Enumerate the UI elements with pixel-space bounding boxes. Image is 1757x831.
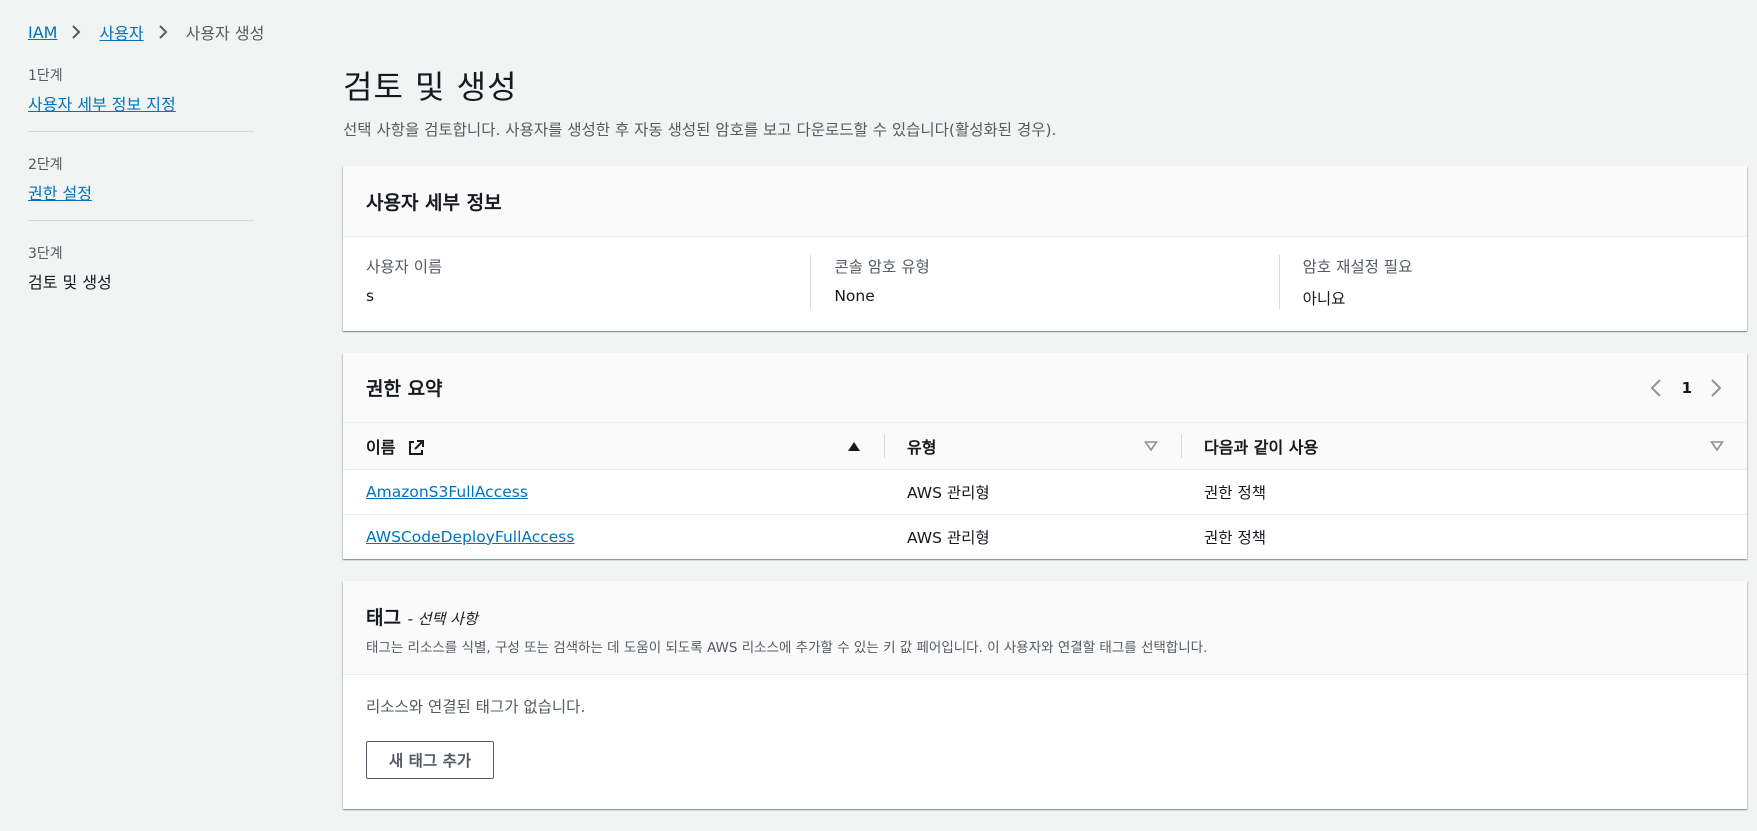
tags-title-text: 태그 bbox=[366, 607, 401, 629]
tags-body: 리소스와 연결된 태그가 없습니다. 새 태그 추가 bbox=[343, 675, 1747, 809]
add-tag-button[interactable]: 새 태그 추가 bbox=[366, 741, 495, 779]
chevron-right-icon bbox=[158, 24, 170, 40]
chevron-left-icon[interactable] bbox=[1650, 378, 1664, 398]
chevron-right-icon bbox=[71, 24, 83, 40]
column-label: 이름 bbox=[366, 437, 396, 457]
policy-used-as: 권한 정책 bbox=[1204, 528, 1266, 547]
step-1: 1단계 사용자 세부 정보 지정 bbox=[28, 65, 254, 131]
breadcrumb-iam-link[interactable]: IAM bbox=[28, 23, 57, 42]
table-row: AmazonS3FullAccess AWS 관리형 권한 정책 bbox=[343, 469, 1747, 515]
tags-empty-message: 리소스와 연결된 태그가 없습니다. bbox=[366, 698, 586, 716]
step-2-link[interactable]: 권한 설정 bbox=[28, 184, 92, 203]
breadcrumb: IAM 사용자 사용자 생성 bbox=[28, 20, 264, 44]
tags-card: 태그 - 선택 사항 태그는 리소스를 식별, 구성 또는 검색하는 데 도움이… bbox=[343, 581, 1747, 809]
column-label: 다음과 같이 사용 bbox=[1204, 437, 1319, 457]
policy-type: AWS 관리형 bbox=[907, 528, 990, 547]
policy-link[interactable]: AWSCodeDeployFullAccess bbox=[366, 528, 574, 546]
field-label: 사용자 이름 bbox=[366, 258, 443, 276]
field-password-reset-required: 암호 재설정 필요 아니요 bbox=[1278, 255, 1747, 309]
step-1-link[interactable]: 사용자 세부 정보 지정 bbox=[28, 95, 176, 114]
field-user-name: 사용자 이름 s bbox=[343, 255, 810, 309]
pagination: 1 bbox=[1650, 378, 1724, 398]
main-content: 검토 및 생성 선택 사항을 검토합니다. 사용자를 생성한 후 자동 생성된 … bbox=[343, 62, 1747, 831]
page-description: 선택 사항을 검토합니다. 사용자를 생성한 후 자동 생성된 암호를 보고 다… bbox=[343, 121, 1057, 139]
sort-icon[interactable] bbox=[1144, 440, 1158, 452]
sort-icon[interactable] bbox=[1710, 440, 1724, 452]
optional-label: - 선택 사항 bbox=[407, 610, 478, 628]
policy-used-as: 권한 정책 bbox=[1181, 469, 1747, 515]
card-header: 권한 요약 1 bbox=[343, 353, 1747, 423]
field-value: s bbox=[366, 287, 375, 305]
policy-type: AWS 관리형 bbox=[884, 469, 1181, 515]
details-body: 사용자 이름 s 콘솔 암호 유형 None 암호 재설정 필요 아니요 bbox=[343, 237, 1747, 331]
step-2: 2단계 권한 설정 bbox=[28, 131, 254, 220]
step-3-current: 검토 및 생성 bbox=[28, 273, 112, 292]
column-header-name[interactable]: 이름 bbox=[343, 423, 884, 470]
card-header: 태그 - 선택 사항 태그는 리소스를 식별, 구성 또는 검색하는 데 도움이… bbox=[343, 581, 1747, 675]
step-number: 1단계 bbox=[28, 68, 63, 84]
card-title: 사용자 세부 정보 bbox=[366, 191, 502, 214]
page-number[interactable]: 1 bbox=[1682, 379, 1692, 397]
permissions-summary-card: 권한 요약 1 이름 유형 다음과 같이 사용 AmazonS3FullAcce… bbox=[343, 353, 1747, 559]
step-number: 2단계 bbox=[28, 157, 63, 173]
chevron-right-icon[interactable] bbox=[1710, 378, 1724, 398]
field-value: None bbox=[834, 287, 875, 305]
card-title: 권한 요약 bbox=[366, 378, 443, 400]
column-header-type[interactable]: 유형 bbox=[884, 423, 1181, 470]
external-link-icon bbox=[407, 439, 425, 457]
breadcrumb-current: 사용자 생성 bbox=[185, 24, 265, 43]
field-label: 암호 재설정 필요 bbox=[1302, 258, 1413, 276]
field-value: 아니요 bbox=[1302, 290, 1346, 308]
column-header-used-as[interactable]: 다음과 같이 사용 bbox=[1181, 423, 1747, 470]
card-header: 사용자 세부 정보 bbox=[343, 166, 1747, 237]
column-label: 유형 bbox=[907, 437, 937, 457]
permissions-table: 이름 유형 다음과 같이 사용 AmazonS3FullAccess AWS 관… bbox=[343, 423, 1747, 559]
wizard-steps: 1단계 사용자 세부 정보 지정 2단계 권한 설정 3단계 검토 및 생성 bbox=[28, 65, 254, 309]
card-title: 태그 - 선택 사항 bbox=[366, 603, 478, 630]
user-details-card: 사용자 세부 정보 사용자 이름 s 콘솔 암호 유형 None 암호 재설정 … bbox=[343, 166, 1747, 331]
field-console-password-type: 콘솔 암호 유형 None bbox=[810, 255, 1278, 309]
sort-ascending-icon[interactable] bbox=[847, 440, 861, 452]
tags-description: 태그는 리소스를 식별, 구성 또는 검색하는 데 도움이 되도록 AWS 리소… bbox=[366, 640, 1208, 656]
policy-link[interactable]: AmazonS3FullAccess bbox=[366, 483, 528, 501]
breadcrumb-users-link[interactable]: 사용자 bbox=[99, 20, 143, 44]
step-number: 3단계 bbox=[28, 246, 63, 262]
page-title: 검토 및 생성 bbox=[343, 68, 518, 106]
step-3: 3단계 검토 및 생성 bbox=[28, 220, 254, 309]
field-label: 콘솔 암호 유형 bbox=[834, 258, 930, 276]
table-row: AWSCodeDeployFullAccess AWS 관리형 권한 정책 bbox=[343, 514, 1747, 559]
